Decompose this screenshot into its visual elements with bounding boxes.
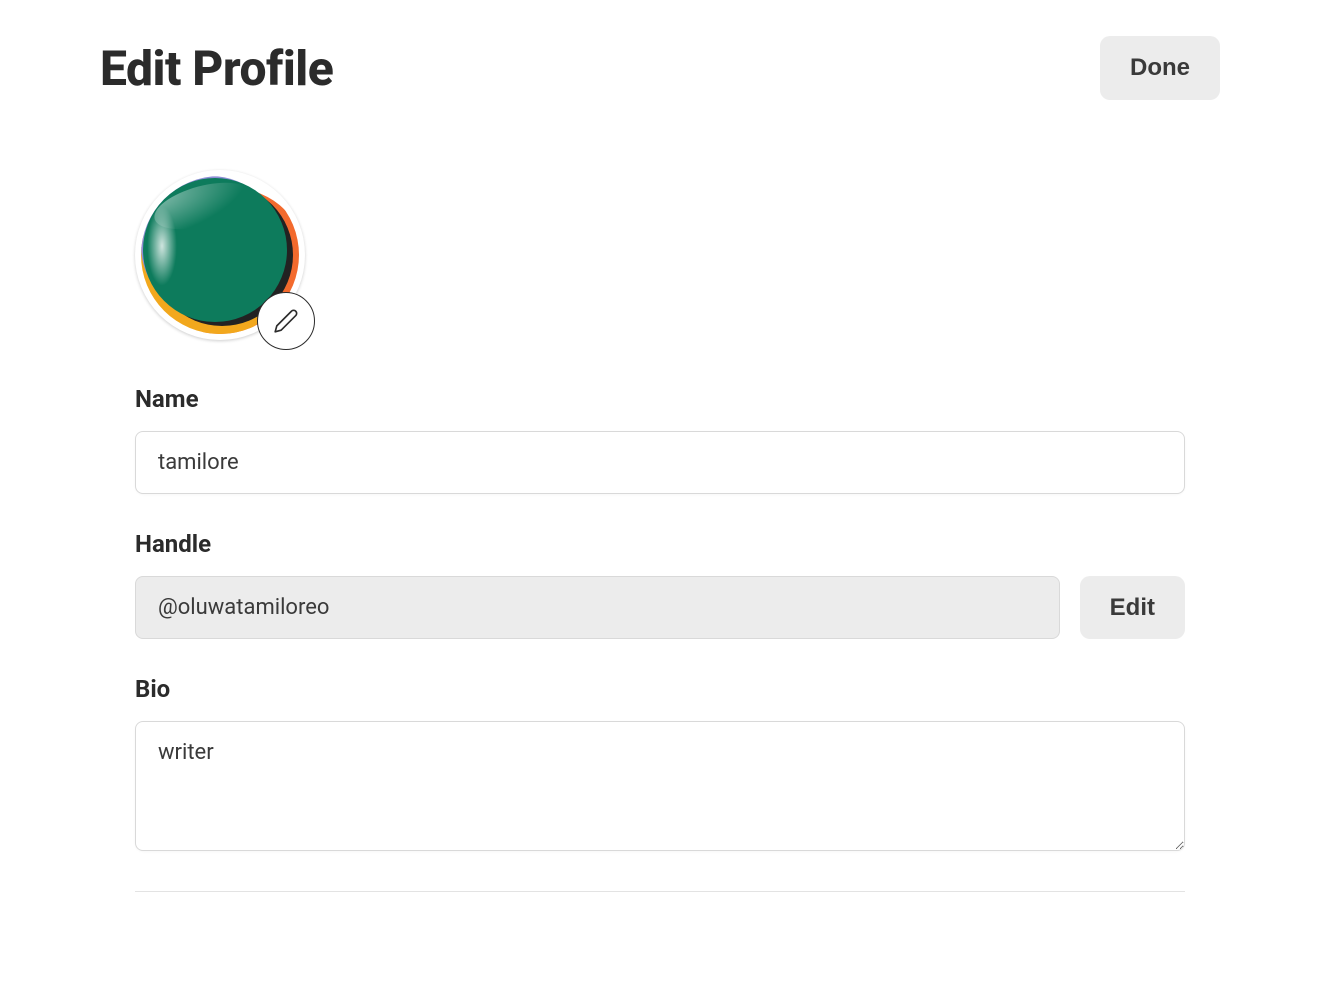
section-divider [135, 891, 1185, 892]
name-input[interactable] [135, 431, 1185, 494]
name-field-group: Name [135, 385, 1185, 494]
pencil-icon [273, 308, 299, 334]
avatar-container [135, 170, 305, 340]
handle-field-group: Handle @oluwatamiloreo Edit [135, 530, 1185, 639]
bio-field-group: Bio [135, 675, 1185, 855]
handle-label: Handle [135, 530, 1185, 558]
page-title: Edit Profile [100, 40, 333, 97]
done-button[interactable]: Done [1100, 36, 1220, 100]
edit-avatar-button[interactable] [257, 292, 315, 350]
edit-handle-button[interactable]: Edit [1080, 576, 1185, 639]
bio-label: Bio [135, 675, 1185, 703]
handle-display: @oluwatamiloreo [135, 576, 1060, 639]
name-label: Name [135, 385, 1185, 413]
bio-textarea[interactable] [135, 721, 1185, 851]
